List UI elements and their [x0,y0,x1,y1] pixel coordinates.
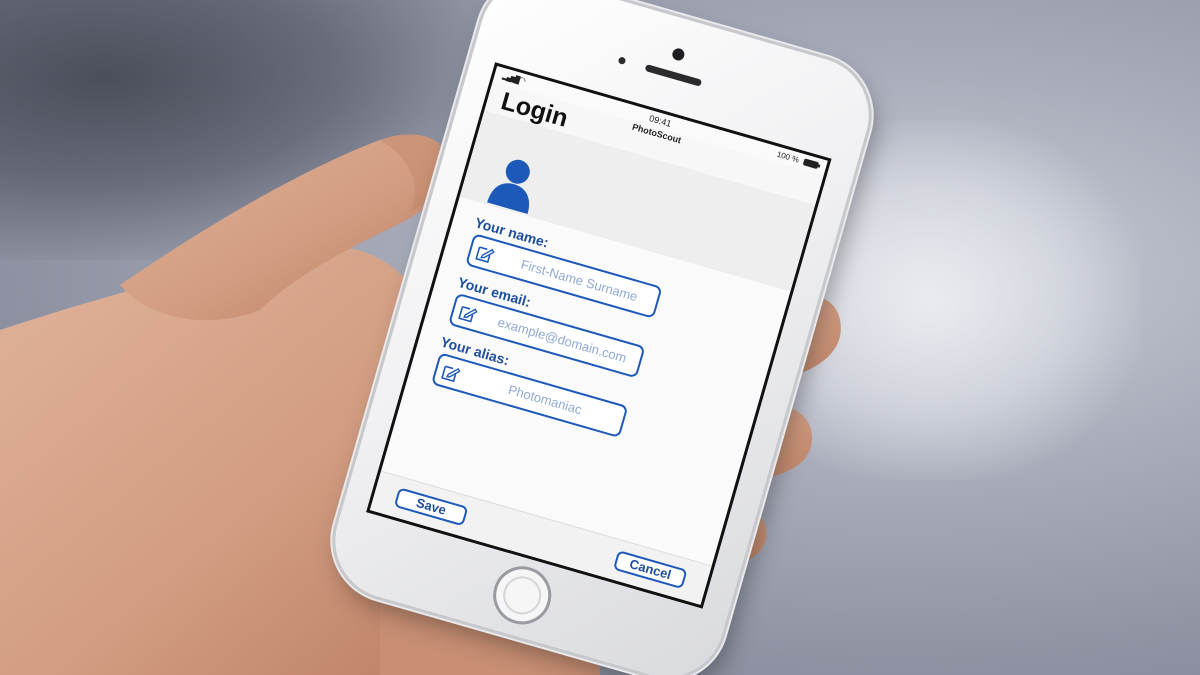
save-button[interactable]: Save [393,487,469,527]
cancel-button[interactable]: Cancel [612,550,688,590]
edit-icon [475,246,495,263]
home-button-ring [498,571,546,619]
edit-icon [458,305,478,323]
edit-icon [441,365,461,383]
